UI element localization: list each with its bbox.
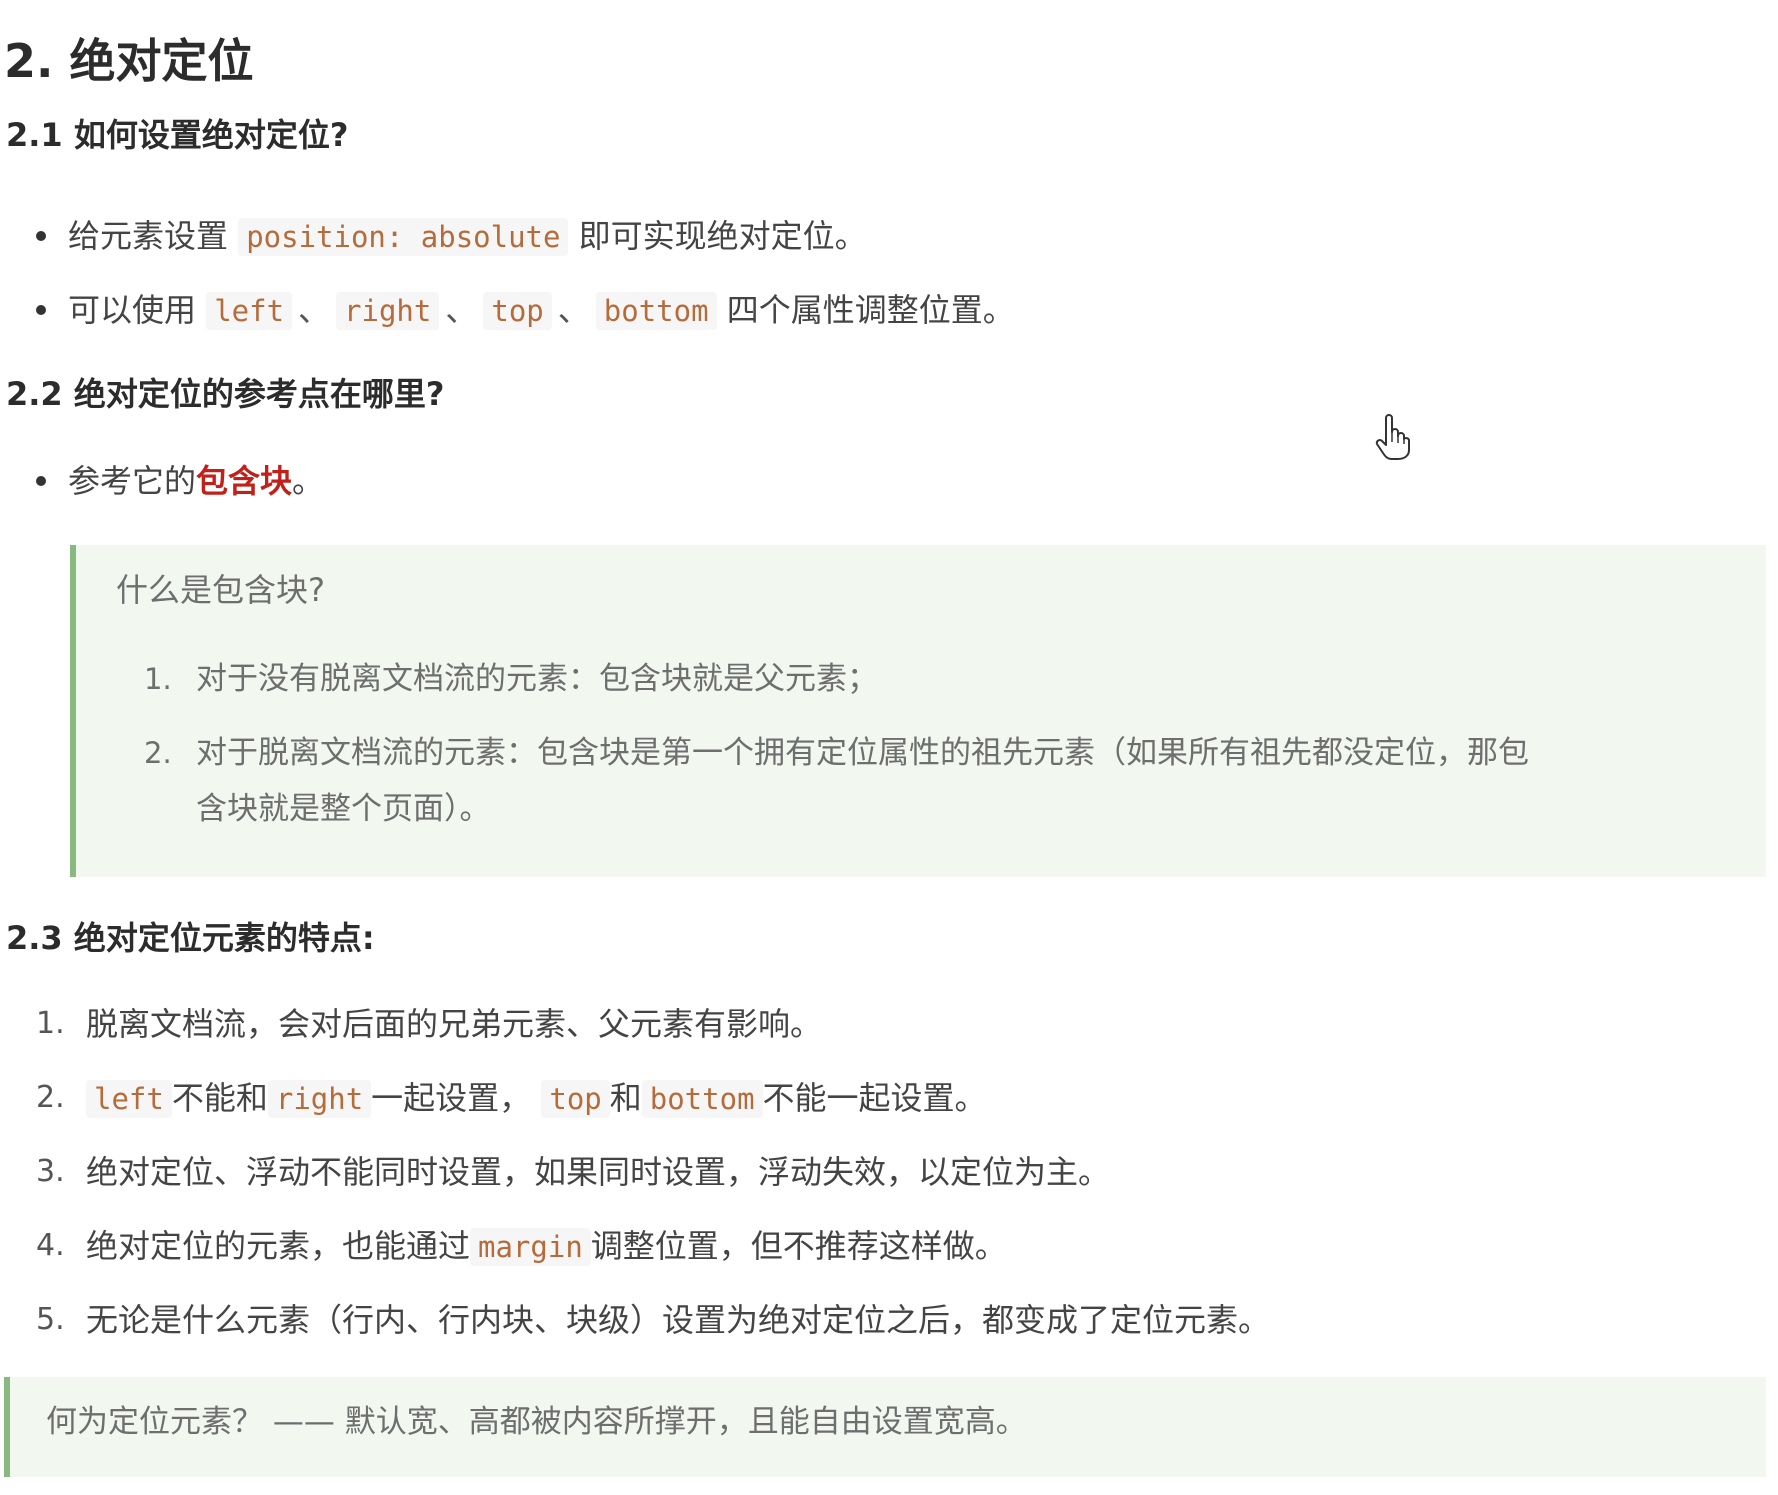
item-text: 不能和 bbox=[171, 1079, 268, 1117]
document-page: 2. 绝对定位 2.1 如何设置绝对定位? 给元素设置 position: ab… bbox=[0, 0, 1778, 1495]
item-text: 给元素设置 bbox=[68, 217, 229, 255]
list-number: 1. bbox=[36, 1006, 65, 1041]
quote-item-number: 2. bbox=[144, 736, 172, 770]
quote-list-item-2-line-1: 对于脱离文档流的元素：包含块是第一个拥有定位属性的祖先元素（如果所有祖先都没定位… bbox=[196, 735, 1529, 771]
heading-2-2: 2.2 绝对定位的参考点在哪里? bbox=[6, 375, 445, 413]
section-title: 2. 绝对定位 bbox=[4, 34, 254, 88]
code-top: top bbox=[541, 1080, 610, 1118]
blockquote-positioned-element: 何为定位元素？ —— 默认宽、高都被内容所撑开，且能自由设置宽高。 bbox=[4, 1377, 1766, 1477]
code-left: left bbox=[206, 292, 293, 330]
item-text: 即可实现绝对定位。 bbox=[578, 217, 867, 255]
list-item-2-3-4: 绝对定位的元素，也能通过 margin 调整位置，但不推荐这样做。 bbox=[86, 1223, 1007, 1270]
list-item-2-1-2: 可以使用 left、 right、 top、 bottom 四个属性调整位置。 bbox=[68, 287, 1015, 334]
code-bottom: bottom bbox=[641, 1080, 763, 1118]
list-item-2-3-1: 脱离文档流，会对后面的兄弟元素、父元素有影响。 bbox=[86, 1005, 823, 1043]
quote-list-item-2-line-2: 含块就是整个页面）。 bbox=[196, 791, 491, 827]
emphasis-containing-block: 包含块 bbox=[196, 462, 293, 500]
list-item-2-3-5: 无论是什么元素（行内、行内块、块级）设置为绝对定位之后，都变成了定位元素。 bbox=[86, 1301, 1271, 1339]
quote-item-number: 1. bbox=[144, 662, 172, 696]
bullet-icon bbox=[36, 231, 46, 241]
list-number: 2. bbox=[36, 1080, 65, 1115]
separator: 、 bbox=[445, 291, 478, 329]
item-text: 一起设置， bbox=[371, 1079, 532, 1117]
item-text: 不能一起设置。 bbox=[762, 1079, 987, 1117]
code-top: top bbox=[483, 292, 552, 330]
list-number: 5. bbox=[36, 1302, 65, 1337]
note-text: 何为定位元素？ —— 默认宽、高都被内容所撑开，且能自由设置宽高。 bbox=[46, 1404, 1027, 1440]
list-number: 4. bbox=[36, 1228, 65, 1263]
item-text: 绝对定位的元素，也能通过 bbox=[86, 1227, 471, 1265]
bullet-icon bbox=[36, 305, 46, 315]
item-text: 参考它的 bbox=[68, 462, 197, 500]
list-number: 3. bbox=[36, 1154, 65, 1189]
code-bottom: bottom bbox=[595, 292, 717, 330]
code-margin: margin bbox=[470, 1228, 591, 1266]
separator: 、 bbox=[298, 291, 331, 329]
code-right: right bbox=[267, 1080, 372, 1118]
hand-pointer-icon bbox=[1375, 414, 1410, 460]
item-text: 。 bbox=[292, 462, 325, 500]
item-text: 四个属性调整位置。 bbox=[726, 291, 1015, 329]
heading-2-3: 2.3 绝对定位元素的特点: bbox=[6, 919, 375, 957]
code-right: right bbox=[336, 292, 440, 330]
code-left: left bbox=[86, 1080, 172, 1118]
bullet-icon bbox=[36, 476, 46, 486]
separator: 、 bbox=[557, 291, 590, 329]
list-item-2-2-1: 参考它的包含块。 bbox=[68, 458, 324, 504]
item-text: 和 bbox=[609, 1079, 642, 1117]
list-item-2-1-1: 给元素设置 position: absolute 即可实现绝对定位。 bbox=[68, 213, 867, 260]
code-position-absolute: position: absolute bbox=[238, 218, 569, 256]
item-text: 可以使用 bbox=[68, 291, 197, 329]
list-item-2-3-2: left 不能和 right 一起设置， top 和 bottom 不能一起设置。 bbox=[86, 1075, 987, 1122]
item-text: 调整位置，但不推荐这样做。 bbox=[590, 1227, 1007, 1265]
list-item-2-3-3: 绝对定位、浮动不能同时设置，如果同时设置，浮动失效，以定位为主。 bbox=[86, 1153, 1111, 1191]
quote-list-item-1: 对于没有脱离文档流的元素：包含块就是父元素； bbox=[196, 661, 878, 697]
quote-title: 什么是包含块? bbox=[116, 571, 325, 609]
heading-2-1: 2.1 如何设置绝对定位? bbox=[6, 116, 349, 154]
